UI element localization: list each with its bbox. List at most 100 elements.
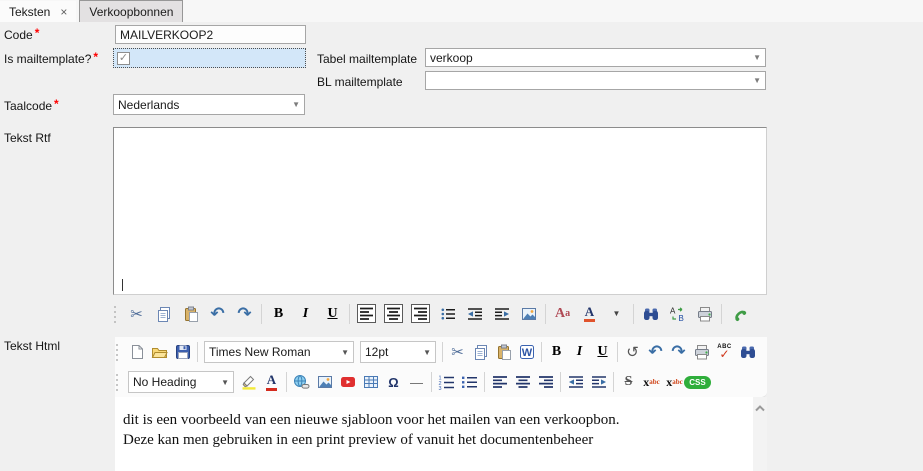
- dropdown-arrow-icon[interactable]: ▼: [423, 348, 431, 357]
- bold-icon[interactable]: B: [265, 301, 292, 327]
- numbered-list-icon[interactable]: 123: [435, 369, 458, 395]
- align-right-boxed-icon[interactable]: [407, 301, 434, 327]
- redo-icon[interactable]: ↷: [667, 339, 690, 365]
- bullet-list-icon[interactable]: [434, 301, 461, 327]
- paste-icon[interactable]: [177, 301, 204, 327]
- superscript-icon[interactable]: xabc: [640, 369, 663, 395]
- heading-combo[interactable]: No Heading▼: [128, 371, 234, 393]
- rtf-editor-area[interactable]: [113, 127, 767, 295]
- mailtemplate-editor-window: Teksten × Verkoopbonnen Code* MAILVERKOO…: [0, 0, 923, 471]
- spellcheck-icon[interactable]: ABC✓: [713, 339, 736, 365]
- align-right-icon[interactable]: [534, 369, 557, 395]
- italic-icon[interactable]: I: [568, 339, 591, 365]
- dropdown-arrow-icon[interactable]: ▼: [292, 100, 300, 109]
- dropdown-arrow-icon[interactable]: ▼: [753, 53, 761, 62]
- toolbar-separator: [261, 304, 262, 324]
- taalcode-dropdown[interactable]: Nederlands ▼: [113, 94, 305, 115]
- is-mailtemplate-checkbox[interactable]: ✓: [117, 52, 130, 65]
- html-editor-scrollbar[interactable]: [753, 397, 767, 471]
- font-color-icon[interactable]: A: [576, 301, 603, 327]
- subscript-icon[interactable]: xabc: [663, 369, 686, 395]
- paste-icon[interactable]: [492, 339, 515, 365]
- word-icon[interactable]: W: [515, 339, 538, 365]
- align-center-boxed-icon[interactable]: [380, 301, 407, 327]
- scroll-up-icon[interactable]: [754, 403, 766, 413]
- is-mailtemplate-field[interactable]: ✓: [113, 48, 306, 68]
- horizontal-rule-icon[interactable]: —: [405, 369, 428, 395]
- table-icon[interactable]: [359, 369, 382, 395]
- open-icon[interactable]: [148, 339, 171, 365]
- bold-icon[interactable]: B: [545, 339, 568, 365]
- indent-increase-icon[interactable]: [488, 301, 515, 327]
- toolbar-separator: [442, 342, 443, 362]
- insert-image-icon[interactable]: [313, 369, 336, 395]
- underline-icon[interactable]: U: [591, 339, 614, 365]
- bullet-list-blue-icon[interactable]: [458, 369, 481, 395]
- print-icon[interactable]: [690, 339, 713, 365]
- indent-icon[interactable]: [587, 369, 610, 395]
- redo-icon[interactable]: ↷: [231, 301, 258, 327]
- tabel-mailtemplate-label: Tabel mailtemplate: [317, 52, 417, 66]
- svg-text:B: B: [679, 314, 684, 322]
- align-left-icon[interactable]: [488, 369, 511, 395]
- find-icon[interactable]: [736, 339, 759, 365]
- align-center-icon[interactable]: [511, 369, 534, 395]
- new-document-icon[interactable]: [125, 339, 148, 365]
- replace-icon[interactable]: AB: [664, 301, 691, 327]
- required-asterisk: *: [35, 26, 40, 40]
- toolbar-drag-handle[interactable]: [113, 304, 121, 324]
- toolbar-separator: [560, 372, 561, 392]
- cut-icon[interactable]: ✂: [446, 339, 469, 365]
- refresh-icon[interactable]: ↺: [621, 339, 644, 365]
- italic-icon[interactable]: I: [292, 301, 319, 327]
- insert-image-icon[interactable]: [515, 301, 542, 327]
- hyperlink-icon[interactable]: [290, 369, 313, 395]
- special-character-icon[interactable]: Ω: [382, 369, 405, 395]
- toolbar-separator: [545, 304, 546, 324]
- cut-icon[interactable]: ✂: [123, 301, 150, 327]
- underline-icon[interactable]: U: [319, 301, 346, 327]
- tekst-rtf-label: Tekst Rtf: [4, 131, 51, 145]
- undo-icon[interactable]: ↶: [644, 339, 667, 365]
- html-editor-area[interactable]: dit is een voorbeeld van een nieuwe sjab…: [115, 397, 753, 471]
- font-combo[interactable]: Times New Roman▼: [204, 341, 354, 363]
- phone-icon[interactable]: [725, 301, 752, 327]
- align-left-boxed-icon[interactable]: [353, 301, 380, 327]
- dropdown-caret-icon[interactable]: ▼: [603, 301, 630, 327]
- toolbar-separator: [721, 304, 722, 324]
- find-icon[interactable]: [637, 301, 664, 327]
- font-color-red-icon[interactable]: A: [260, 369, 283, 395]
- css-icon[interactable]: CSS: [686, 369, 709, 395]
- save-icon[interactable]: [171, 339, 194, 365]
- code-input[interactable]: MAILVERKOOP2: [115, 25, 306, 44]
- undo-icon[interactable]: ↶: [204, 301, 231, 327]
- tekst-html-label: Tekst Html: [4, 339, 60, 353]
- toolbar-drag-handle[interactable]: [115, 372, 123, 392]
- tab-close-icon[interactable]: ×: [60, 6, 67, 18]
- print-icon[interactable]: [691, 301, 718, 327]
- indent-decrease-icon[interactable]: [461, 301, 488, 327]
- copy-icon[interactable]: [150, 301, 177, 327]
- size-combo[interactable]: 12pt▼: [360, 341, 436, 363]
- tab-teksten-label: Teksten: [9, 5, 50, 19]
- toolbar-separator: [286, 372, 287, 392]
- code-label: Code*: [4, 28, 39, 42]
- bl-mailtemplate-label: BL mailtemplate: [317, 75, 403, 89]
- copy-icon[interactable]: [469, 339, 492, 365]
- tabel-mailtemplate-value: verkoop: [430, 51, 473, 65]
- youtube-icon[interactable]: [336, 369, 359, 395]
- dropdown-arrow-icon[interactable]: ▼: [221, 378, 229, 387]
- svg-text:W: W: [521, 347, 532, 359]
- font-icon[interactable]: Aa: [549, 301, 576, 327]
- outdent-icon[interactable]: [564, 369, 587, 395]
- strikethrough-icon[interactable]: S: [617, 369, 640, 395]
- highlight-icon[interactable]: [237, 369, 260, 395]
- tabel-mailtemplate-dropdown[interactable]: verkoop ▼: [425, 48, 766, 67]
- dropdown-arrow-icon[interactable]: ▼: [753, 76, 761, 85]
- tab-verkoopbonnen[interactable]: Verkoopbonnen: [79, 0, 183, 22]
- bl-mailtemplate-dropdown[interactable]: ▼: [425, 71, 766, 90]
- svg-text:3: 3: [439, 386, 442, 390]
- tab-teksten[interactable]: Teksten ×: [0, 1, 76, 22]
- toolbar-drag-handle[interactable]: [115, 342, 123, 362]
- dropdown-arrow-icon[interactable]: ▼: [341, 348, 349, 357]
